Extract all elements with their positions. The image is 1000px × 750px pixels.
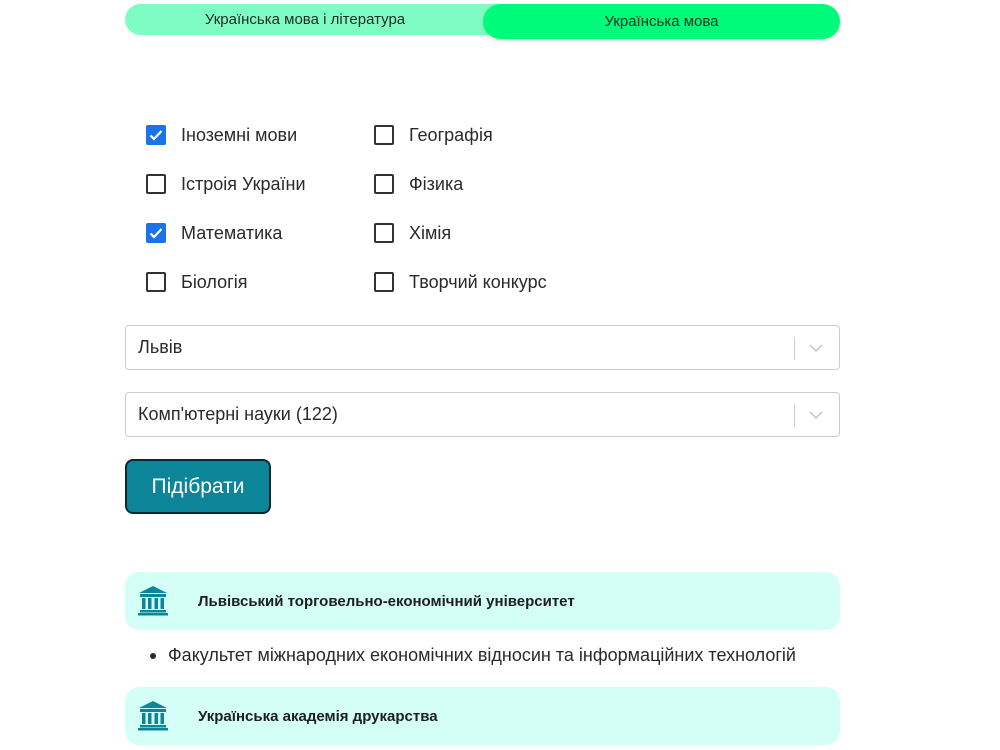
chevron-down-icon[interactable] (807, 408, 825, 422)
subject-label: Істроія України (181, 174, 306, 194)
university-card[interactable]: Українська академія друкарства (125, 687, 840, 745)
checkbox[interactable] (374, 174, 394, 194)
checkbox[interactable] (146, 223, 166, 243)
checkbox[interactable] (374, 125, 394, 145)
subject-option[interactable]: Географія (374, 122, 547, 171)
subject-option[interactable]: Хімія (374, 220, 547, 269)
city-select[interactable]: Львів (125, 325, 840, 370)
university-card[interactable]: Львівський торговельно-економічний уніве… (125, 572, 840, 630)
subject-option[interactable]: Істроія України (146, 171, 306, 220)
city-select-value: Львів (138, 337, 183, 357)
subject-label: Географія (409, 125, 493, 145)
subject-label: Фізика (409, 174, 464, 194)
subject-option[interactable]: Іноземні мови (146, 122, 306, 171)
select-separator (794, 404, 795, 427)
subject-label: Біологія (181, 272, 248, 292)
university-name: Українська академія друкарства (198, 707, 438, 725)
tab-ukrainian-language-literature[interactable]: Українська мова і література (125, 4, 525, 35)
select-separator (794, 337, 795, 360)
pick-button[interactable]: Підібрати (125, 459, 271, 514)
subject-option[interactable]: Біологія (146, 269, 306, 318)
chevron-down-icon[interactable] (807, 341, 825, 355)
checkbox[interactable] (146, 174, 166, 194)
check-icon (149, 130, 163, 141)
university-building-icon (138, 586, 168, 616)
faculty-list-item: Факультет міжнародних економічних віднос… (150, 645, 796, 666)
specialty-select-value: Комп'ютерні науки (122) (138, 404, 338, 424)
subject-label: Творчий конкурс (409, 272, 547, 292)
subject-label: Іноземні мови (181, 125, 298, 145)
university-building-icon (138, 701, 168, 731)
tab-ukrainian-language[interactable]: Українська мова (483, 4, 840, 39)
checkbox[interactable] (374, 223, 394, 243)
subject-column-2: Географія Фізика Хімія Творчий конкурс (374, 122, 547, 318)
checkbox[interactable] (146, 125, 166, 145)
faculty-name: Факультет міжнародних економічних віднос… (168, 645, 796, 665)
subject-label: Хімія (409, 223, 452, 243)
bullet (150, 652, 156, 659)
subject-option[interactable]: Фізика (374, 171, 547, 220)
checkbox[interactable] (374, 272, 394, 292)
specialty-select[interactable]: Комп'ютерні науки (122) (125, 392, 840, 437)
checkbox[interactable] (146, 272, 166, 292)
subject-column-1: Іноземні мови Істроія України Математика… (146, 122, 306, 318)
subject-option[interactable]: Математика (146, 220, 306, 269)
check-icon (149, 228, 163, 239)
subject-tabs: Українська мова і література Українська … (125, 4, 840, 39)
university-name: Львівський торговельно-економічний уніве… (198, 592, 575, 610)
subject-label: Математика (181, 223, 283, 243)
subject-option[interactable]: Творчий конкурс (374, 269, 547, 318)
